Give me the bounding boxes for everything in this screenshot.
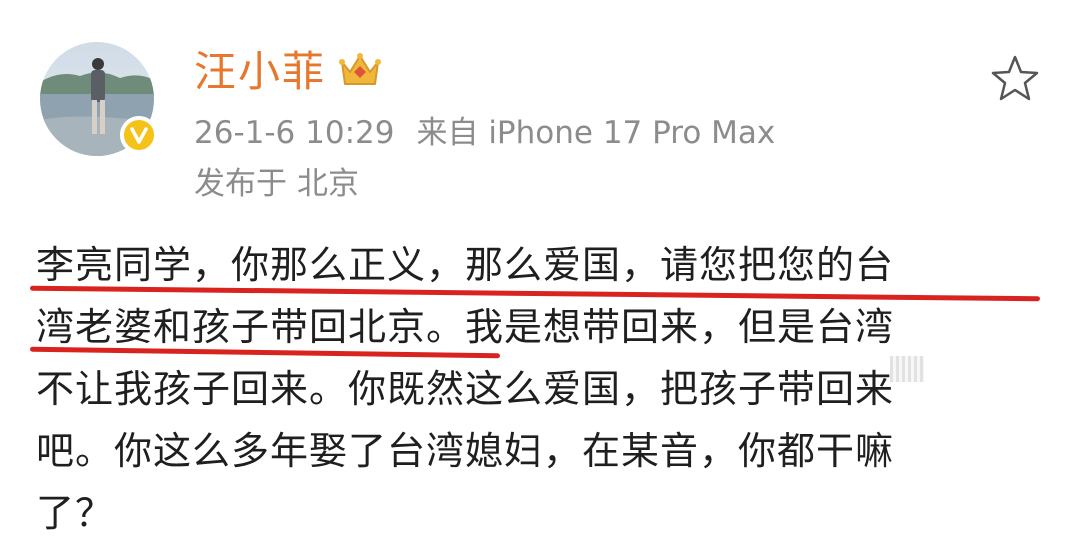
star-icon[interactable] bbox=[988, 52, 1042, 106]
location-value: 北京 bbox=[297, 166, 359, 202]
verified-badge-icon bbox=[120, 116, 158, 154]
username[interactable]: 汪小菲 bbox=[194, 44, 326, 100]
content-line: 不让我孩子回来。你既然这么爱国，把孩子带回来 bbox=[36, 367, 895, 411]
content-line: 吧。你这么多年娶了台湾媳妇，在某音，你都干嘛 bbox=[36, 429, 895, 473]
content-line: 了？ bbox=[36, 491, 115, 535]
post-source: 来自 iPhone 17 Pro Max bbox=[416, 115, 776, 151]
post-timestamp: 26-1-6 10:29 bbox=[194, 115, 395, 151]
post-location: 发布于 北京 bbox=[194, 163, 359, 205]
weibo-post: 汪小菲 26-1-6 10:29 来自 iPhone 17 Pro Max 发布于… bbox=[0, 0, 1078, 535]
location-prefix: 发布于 bbox=[194, 166, 287, 202]
post-meta: 26-1-6 10:29 来自 iPhone 17 Pro Max bbox=[194, 112, 775, 154]
crown-icon bbox=[339, 53, 381, 85]
image-artifact bbox=[890, 356, 924, 382]
